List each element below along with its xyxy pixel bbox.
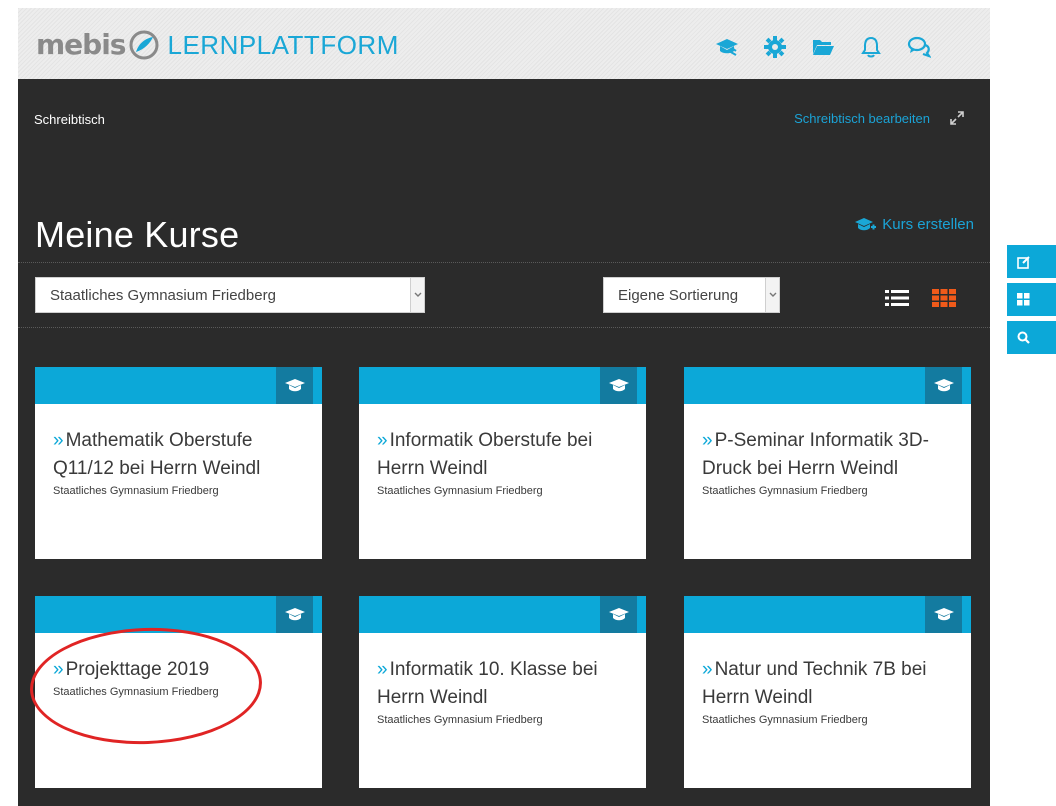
logo-subtitle: LERNPLATTFORM xyxy=(167,30,399,60)
course-school: Staatliches Gymnasium Friedberg xyxy=(377,714,543,726)
side-tab-blocks[interactable] xyxy=(1007,283,1056,316)
school-select-value: Staatliches Gymnasium Friedberg xyxy=(50,286,276,304)
course-card-header xyxy=(35,367,322,404)
sort-select-value: Eigene Sortierung xyxy=(618,286,739,304)
course-school: Staatliches Gymnasium Friedberg xyxy=(702,714,868,726)
edit-icon xyxy=(1017,255,1030,269)
edit-dashboard-link[interactable]: Schreibtisch bearbeiten xyxy=(794,111,930,126)
graduation-cap-icon[interactable] xyxy=(276,596,313,633)
course-card[interactable]: » Mathematik Oberstufe Q11/12 bei Herrn W… xyxy=(35,367,322,559)
chat-icon[interactable] xyxy=(906,34,932,60)
course-school: Staatliches Gymnasium Friedberg xyxy=(53,686,219,698)
course-title[interactable]: » Projekttage 2019 xyxy=(53,656,304,684)
page: mebis LERNPLATTFORM Schreibtisch Schreib… xyxy=(0,0,1056,806)
course-title[interactable]: » Informatik 10. Klasse bei Herrn Weindl xyxy=(377,656,628,712)
divider xyxy=(18,327,990,328)
create-course-button[interactable]: Kurs erstellen xyxy=(854,216,974,233)
school-select[interactable]: Staatliches Gymnasium Friedberg xyxy=(35,277,425,313)
course-card-header xyxy=(684,367,971,404)
course-card[interactable]: » Informatik Oberstufe bei Herrn Weindl S… xyxy=(359,367,646,559)
course-card[interactable]: » Projekttage 2019 Staatliches Gymnasium … xyxy=(35,596,322,788)
chevron-down-icon xyxy=(410,278,424,312)
top-icon-bar xyxy=(714,34,932,60)
course-card[interactable]: » P-Seminar Informatik 3D-Druck bei Herrn… xyxy=(684,367,971,559)
grid-view-icon[interactable] xyxy=(931,287,957,309)
graduation-cap-icon[interactable] xyxy=(925,367,962,404)
course-card-header xyxy=(359,367,646,404)
divider xyxy=(18,262,990,263)
side-tab-edit[interactable] xyxy=(1007,245,1056,278)
graduation-cap-icon[interactable] xyxy=(714,34,740,60)
folder-icon[interactable] xyxy=(810,34,836,60)
side-tab-search[interactable] xyxy=(1007,321,1056,354)
blocks-icon xyxy=(1017,293,1030,306)
course-card[interactable]: » Natur und Technik 7B bei Herrn Weindl S… xyxy=(684,596,971,788)
course-card[interactable]: » Informatik 10. Klasse bei Herrn Weindl … xyxy=(359,596,646,788)
logo-word: mebis xyxy=(36,28,126,61)
create-course-label: Kurs erstellen xyxy=(882,216,974,233)
mebis-logo[interactable]: mebis LERNPLATTFORM xyxy=(36,30,399,60)
logo-mark-icon xyxy=(129,30,159,60)
course-card-header xyxy=(359,596,646,633)
course-title[interactable]: » P-Seminar Informatik 3D-Druck bei Herrn… xyxy=(702,427,953,483)
course-school: Staatliches Gymnasium Friedberg xyxy=(53,485,219,497)
breadcrumb[interactable]: Schreibtisch xyxy=(34,112,105,127)
page-title: Meine Kurse xyxy=(35,214,240,255)
graduation-cap-icon[interactable] xyxy=(276,367,313,404)
course-card-header xyxy=(684,596,971,633)
dashboard-area: Schreibtisch Schreibtisch bearbeiten Mei… xyxy=(18,79,990,806)
expand-icon[interactable] xyxy=(948,109,966,127)
graduation-cap-icon[interactable] xyxy=(925,596,962,633)
search-icon xyxy=(1017,331,1030,344)
course-title[interactable]: » Natur und Technik 7B bei Herrn Weindl xyxy=(702,656,953,712)
chevron-down-icon xyxy=(765,278,779,312)
course-card-header xyxy=(35,596,322,633)
course-title[interactable]: » Informatik Oberstufe bei Herrn Weindl xyxy=(377,427,628,483)
bell-icon[interactable] xyxy=(858,34,884,60)
sort-select[interactable]: Eigene Sortierung xyxy=(603,277,780,313)
top-header: mebis LERNPLATTFORM xyxy=(18,8,990,79)
course-school: Staatliches Gymnasium Friedberg xyxy=(377,485,543,497)
gear-icon[interactable] xyxy=(762,34,788,60)
course-title[interactable]: » Mathematik Oberstufe Q11/12 bei Herrn W… xyxy=(53,427,304,483)
list-view-icon[interactable] xyxy=(884,287,910,309)
create-course-icon xyxy=(855,217,877,230)
course-school: Staatliches Gymnasium Friedberg xyxy=(702,485,868,497)
graduation-cap-icon[interactable] xyxy=(600,367,637,404)
graduation-cap-icon[interactable] xyxy=(600,596,637,633)
